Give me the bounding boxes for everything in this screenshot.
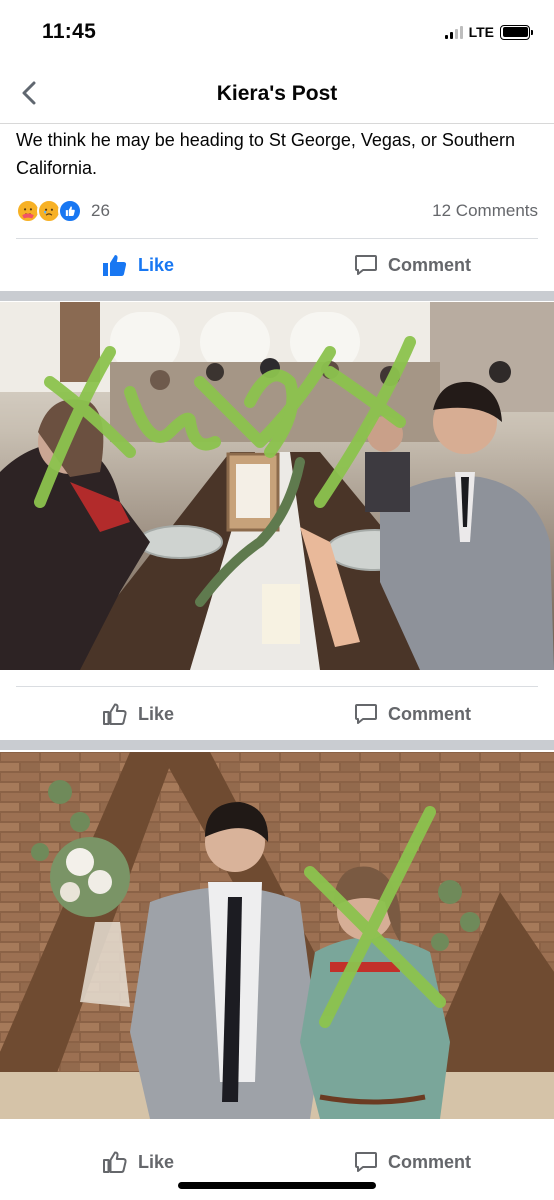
- reaction-count: 26: [91, 201, 110, 220]
- reactions-summary[interactable]: 26 12 Comments: [16, 196, 538, 226]
- comment-button[interactable]: Comment: [354, 688, 471, 740]
- network-type: LTE: [468, 24, 494, 40]
- photo-image: [0, 752, 554, 1119]
- photo-action-bar: Like Comment: [0, 1136, 554, 1188]
- comment-label: Comment: [388, 703, 472, 724]
- navigation-bar: Kiera's Post: [0, 62, 554, 124]
- post-action-bar: Like Comment: [0, 239, 554, 291]
- section-separator: [0, 291, 554, 301]
- comment-label: Comment: [388, 1151, 472, 1172]
- reaction-icons: [16, 199, 82, 223]
- like-button[interactable]: Like: [102, 688, 174, 740]
- section-separator: [0, 740, 554, 750]
- couple-portrait-photo[interactable]: [0, 752, 554, 1119]
- comment-label: Comment: [388, 254, 472, 275]
- status-bar: 11:45 LTE: [0, 0, 554, 62]
- signal-icon: [444, 25, 463, 39]
- comment-button[interactable]: Comment: [354, 1136, 471, 1188]
- comment-bubble-icon: [355, 704, 377, 724]
- like-button[interactable]: Like: [102, 239, 174, 291]
- photo-image: [0, 302, 554, 670]
- battery-icon: [500, 24, 533, 40]
- comment-button[interactable]: Comment: [354, 239, 471, 291]
- comment-bubble-icon: [355, 255, 377, 275]
- post-text: We think he may be heading to St George,…: [16, 130, 515, 178]
- photo-action-bar: Like Comment: [0, 688, 554, 740]
- status-indicators: LTE: [444, 24, 533, 40]
- home-indicator[interactable]: [178, 1182, 376, 1189]
- divider: [16, 686, 538, 687]
- status-time: 11:45: [42, 20, 97, 43]
- page-title: Kiera's Post: [216, 82, 338, 105]
- thumbs-up-filled-icon: [103, 255, 127, 276]
- thumbs-up-outline-icon: [103, 1151, 127, 1173]
- like-reaction-icon: [58, 199, 82, 223]
- thumbs-up-outline-icon: [103, 703, 127, 725]
- comment-count-link[interactable]: 12 Comments: [432, 201, 538, 221]
- wedding-table-photo[interactable]: [0, 302, 554, 670]
- comment-bubble-icon: [355, 1152, 377, 1172]
- like-label: Like: [138, 703, 175, 724]
- like-label: Like: [138, 1151, 175, 1172]
- like-button[interactable]: Like: [102, 1136, 174, 1188]
- like-label: Like: [138, 254, 175, 275]
